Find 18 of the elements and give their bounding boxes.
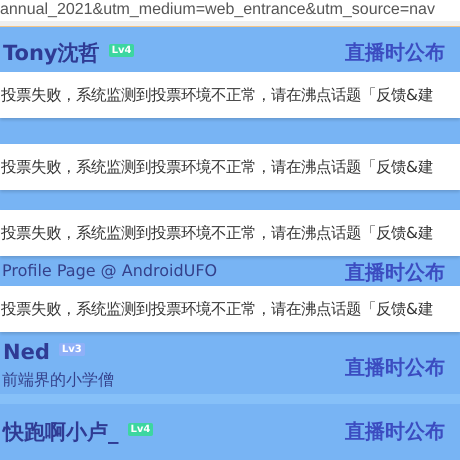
- announce-text: 直播时公布: [345, 418, 445, 445]
- toast-message: 投票失败，系统监测到投票环境不正常，请在沸点话题「反馈&建: [0, 84, 433, 106]
- user-name[interactable]: Ned: [2, 338, 51, 366]
- user-name[interactable]: 快跑啊小卢_: [2, 418, 120, 446]
- announce-text: 直播时公布: [345, 259, 445, 286]
- user-name[interactable]: Tony沈哲: [2, 39, 101, 67]
- toast-message: 投票失败，系统监测到投票环境不正常，请在沸点话题「反馈&建: [0, 298, 433, 320]
- user-description: 前端界的小学僧: [2, 370, 114, 391]
- announce-text: 直播时公布: [345, 39, 445, 66]
- url-text: annual_2021&utm_medium=web_entrance&utm_source=nav: [0, 0, 436, 20]
- announce-text: 直播时公布: [345, 354, 445, 381]
- level-badge: Lv3: [58, 342, 85, 356]
- toast-message: 投票失败，系统监测到投票环境不正常，请在沸点话题「反馈&建: [0, 156, 433, 178]
- user-description: Profile Page @ AndroidUFO: [2, 261, 218, 280]
- toast-message: 投票失败，系统监测到投票环境不正常，请在沸点话题「反馈&建: [0, 222, 433, 244]
- address-bar[interactable]: annual_2021&utm_medium=web_entrance&utm_source=nav: [0, 0, 460, 26]
- level-badge: Lv4: [108, 44, 134, 56]
- level-badge: Lv4: [128, 422, 154, 436]
